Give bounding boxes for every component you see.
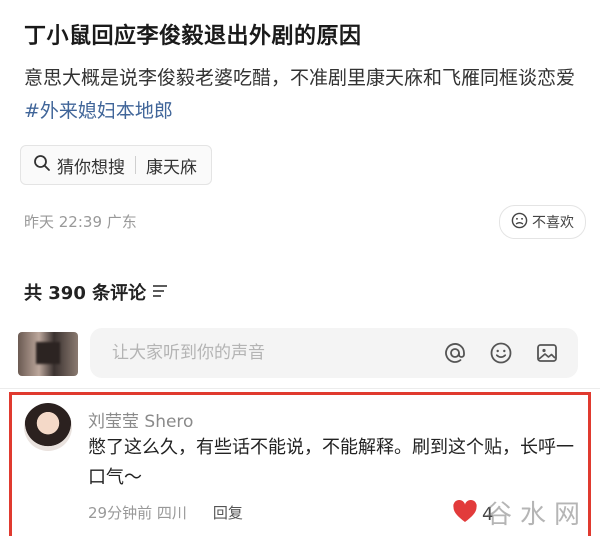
search-chip-query: 康天庥	[146, 157, 197, 178]
comments-count-header[interactable]: 共 390 条评论	[24, 279, 168, 305]
watermark: 谷水网	[486, 500, 589, 530]
comment-input[interactable]	[110, 342, 414, 364]
search-chip-label: 猜你想搜	[57, 157, 125, 178]
post-title: 丁小鼠回应李俊毅退出外剧的原因	[24, 24, 362, 49]
dislike-button[interactable]: 不喜欢	[499, 205, 586, 239]
search-icon	[33, 154, 51, 177]
current-user-avatar	[18, 332, 78, 376]
comments-count: 共 390 条评论	[24, 283, 147, 304]
image-icon[interactable]	[534, 340, 560, 366]
sort-icon	[152, 282, 168, 303]
section-divider	[0, 388, 600, 389]
post-location: 广东	[106, 213, 137, 231]
comment-text: 憋了这么久，有些话不能说，不能解释。刷到这个贴，长呼一口气～	[88, 437, 574, 488]
commenter-avatar[interactable]	[24, 403, 72, 451]
heart-icon	[452, 500, 478, 529]
emoji-icon[interactable]	[488, 340, 514, 366]
comment-time: 29分钟前	[88, 504, 153, 522]
post-meta: 昨天 22:39 广东	[24, 211, 137, 232]
comment-meta: 29分钟前 四川 回复	[88, 502, 243, 523]
post-body-text: 意思大概是说李俊毅老婆吃醋，不准剧里康天庥和飞雁同框谈恋爱	[24, 67, 576, 89]
post-time: 昨天 22:39	[24, 213, 102, 231]
comment-input-box[interactable]	[90, 328, 578, 378]
dislike-label: 不喜欢	[532, 215, 574, 231]
reply-button[interactable]: 回复	[213, 502, 243, 523]
search-suggestion-chip[interactable]: 猜你想搜 康天庥	[20, 145, 212, 185]
at-icon[interactable]	[442, 340, 468, 366]
chip-divider	[135, 156, 136, 174]
post-body: 意思大概是说李俊毅老婆吃醋，不准剧里康天庥和飞雁同框谈恋爱 #外来媳妇本地郎	[24, 62, 576, 128]
hashtag-link[interactable]: #外来媳妇本地郎	[24, 100, 173, 122]
comment-time-location: 29分钟前 四川	[88, 502, 187, 523]
commenter-name[interactable]: 刘莹莹 Shero	[88, 407, 193, 432]
input-icons	[442, 340, 560, 366]
comment-location: 四川	[156, 504, 187, 522]
frown-icon	[511, 212, 528, 233]
